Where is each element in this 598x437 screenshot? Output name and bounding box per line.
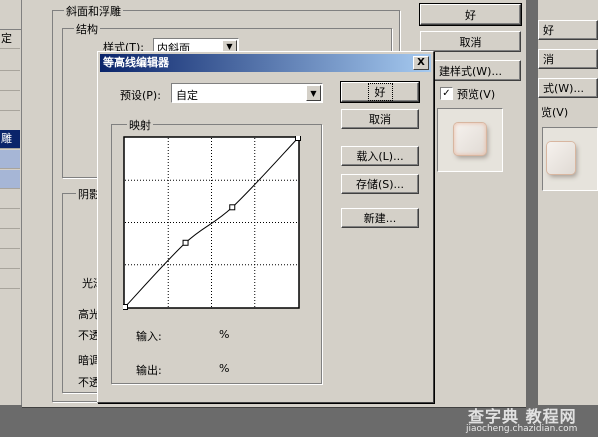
preview-label-secondary: 览(V) bbox=[541, 106, 569, 119]
style-preview-swatch-secondary bbox=[542, 127, 598, 191]
preset-label: 预设(P): bbox=[120, 89, 161, 102]
close-icon[interactable]: X bbox=[413, 56, 429, 70]
right-background-window bbox=[526, 0, 538, 405]
left-strip-top-border bbox=[0, 29, 22, 30]
new-button-label: 新建... bbox=[363, 212, 397, 225]
bottom-panel-edge bbox=[22, 405, 526, 408]
contour-curve-graph[interactable] bbox=[123, 136, 303, 312]
list-item[interactable]: 定 bbox=[0, 30, 20, 49]
save-button-label: 存储(S)... bbox=[355, 178, 405, 191]
bevel-emboss-label: 斜面和浮雕 bbox=[64, 3, 123, 19]
cancel-button-label: 取消 bbox=[459, 35, 482, 49]
list-item[interactable] bbox=[0, 190, 20, 209]
style-preview-swatch bbox=[437, 108, 503, 172]
preset-select[interactable]: 自定 ▼ bbox=[171, 83, 323, 103]
left-style-list: 定 雕 bbox=[0, 0, 22, 405]
preview-checkbox[interactable]: ✓ bbox=[440, 87, 453, 100]
contour-editor-dialog: 等高线编辑器 X 预设(P): 自定 ▼ 映射 输入: % 输出: % 好 取消… bbox=[97, 51, 434, 403]
list-item[interactable] bbox=[0, 250, 20, 269]
ok-button[interactable]: 好 bbox=[419, 3, 522, 26]
list-item-highlight[interactable] bbox=[0, 170, 20, 189]
watermark-url: jiaocheng.chazidian.com bbox=[466, 424, 578, 434]
ok-button-label: 好 bbox=[367, 83, 393, 101]
preview-thumbnail bbox=[454, 123, 486, 155]
dialog-title: 等高线编辑器 bbox=[103, 56, 169, 69]
output-value: % bbox=[219, 362, 230, 375]
list-item-highlight[interactable] bbox=[0, 150, 20, 169]
curve-control-point[interactable] bbox=[182, 239, 189, 246]
list-item[interactable] bbox=[0, 92, 20, 111]
ok-button[interactable]: 好 bbox=[340, 81, 420, 103]
input-label: 输入: bbox=[136, 330, 162, 343]
dialog-titlebar[interactable]: 等高线编辑器 X bbox=[100, 54, 431, 72]
preset-select-value: 自定 bbox=[176, 89, 198, 102]
mapping-label: 映射 bbox=[127, 117, 153, 133]
list-item-selected[interactable]: 雕 bbox=[0, 130, 20, 149]
list-item[interactable] bbox=[0, 72, 20, 91]
new-style-button-secondary[interactable]: 式(W)... bbox=[538, 78, 598, 98]
load-button[interactable]: 载入(L)... bbox=[341, 146, 419, 166]
new-style-button-secondary-label: 式(W)... bbox=[543, 82, 584, 95]
curve-control-point[interactable] bbox=[229, 204, 236, 211]
cancel-button-label: 取消 bbox=[369, 113, 391, 126]
ok-button-secondary-label: 好 bbox=[543, 24, 554, 37]
preview-thumbnail-secondary bbox=[547, 142, 575, 174]
ok-button-secondary[interactable]: 好 bbox=[538, 20, 598, 40]
list-item[interactable] bbox=[0, 210, 20, 229]
preview-label: 预览(V) bbox=[457, 88, 496, 101]
output-label: 输出: bbox=[136, 364, 162, 377]
cancel-button[interactable]: 取消 bbox=[420, 31, 521, 52]
new-style-button[interactable]: 建样式(W)... bbox=[420, 60, 521, 81]
cancel-button-secondary-label: 消 bbox=[543, 53, 554, 66]
input-value: % bbox=[219, 328, 230, 341]
cancel-button[interactable]: 取消 bbox=[341, 109, 419, 129]
ok-button-label: 好 bbox=[465, 8, 476, 22]
list-item[interactable] bbox=[0, 230, 20, 249]
cancel-button-secondary[interactable]: 消 bbox=[538, 49, 598, 69]
chevron-down-icon[interactable]: ▼ bbox=[306, 85, 321, 101]
curve-control-point[interactable] bbox=[295, 136, 301, 141]
list-item[interactable] bbox=[0, 112, 20, 131]
new-button[interactable]: 新建... bbox=[341, 208, 419, 228]
list-item[interactable] bbox=[0, 270, 20, 289]
curve-control-point[interactable] bbox=[123, 304, 128, 310]
new-style-button-label: 建样式(W)... bbox=[439, 64, 502, 78]
load-button-label: 载入(L)... bbox=[356, 150, 404, 163]
list-item[interactable] bbox=[0, 52, 20, 71]
structure-label: 结构 bbox=[74, 21, 100, 37]
save-button[interactable]: 存储(S)... bbox=[341, 174, 419, 194]
